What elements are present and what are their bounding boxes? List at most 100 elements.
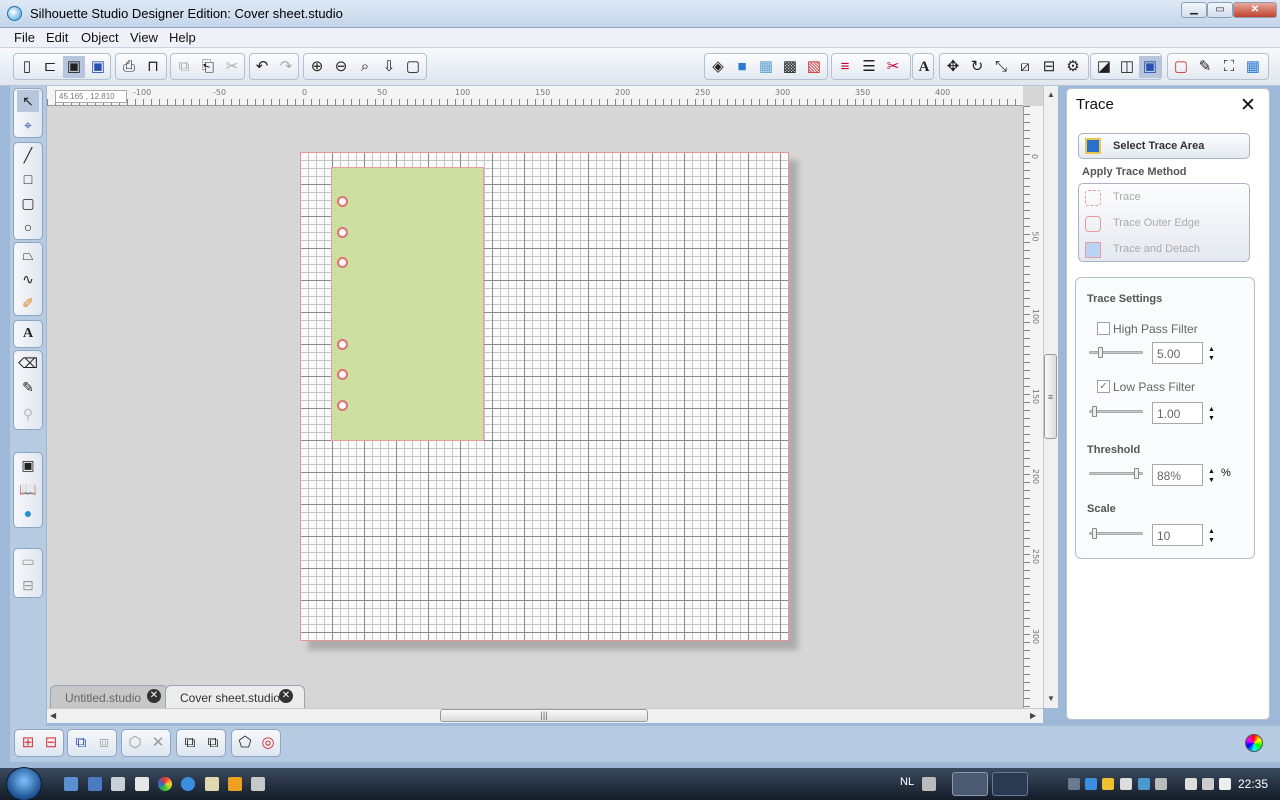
ellipse-tool-icon[interactable]: ○ (17, 216, 39, 238)
rectangle-tool-icon[interactable]: □ (17, 168, 39, 190)
close-window-button[interactable]: ✕ (1233, 2, 1277, 18)
fill-color-icon[interactable]: ◈ (707, 56, 729, 78)
move-icon[interactable]: ✥ (942, 56, 964, 78)
registration-marks-icon[interactable]: ▧ (803, 56, 825, 78)
page-setup-icon[interactable]: ▢ (1170, 56, 1192, 78)
copy-icon[interactable]: ⧉ (173, 56, 195, 78)
minimize-button[interactable]: ▁ (1181, 2, 1207, 18)
delete-icon[interactable]: ✕ (147, 732, 169, 754)
action-center-icon[interactable] (1202, 778, 1214, 790)
close-tab-icon[interactable]: ✕ (147, 689, 161, 703)
network-icon[interactable] (1138, 778, 1150, 790)
send-to-cutter-icon[interactable]: ⊓ (142, 56, 164, 78)
print-icon[interactable]: ⎙ (118, 56, 140, 78)
select-trace-area-button[interactable]: Select Trace Area (1078, 133, 1250, 159)
app-icon[interactable] (251, 777, 265, 791)
eraser-tool-icon[interactable]: ⌫ (17, 352, 39, 374)
scroll-up-icon[interactable]: ▲ (1047, 90, 1055, 99)
keyboard-icon[interactable] (922, 777, 936, 791)
power-icon[interactable] (1185, 778, 1197, 790)
menu-object[interactable]: Object (81, 30, 119, 45)
page-view-icon[interactable]: ▣ (17, 454, 39, 476)
zoom-out-icon[interactable]: ⊖ (330, 56, 352, 78)
text-style-icon[interactable]: A (913, 56, 935, 78)
target-icon[interactable]: ◎ (257, 732, 279, 754)
punch-hole[interactable] (337, 400, 348, 411)
align-icon[interactable]: ⊟ (1038, 56, 1060, 78)
slider-knob[interactable] (1092, 406, 1097, 417)
line-style-icon[interactable]: ☰ (858, 56, 880, 78)
zoom-in-icon[interactable]: ⊕ (306, 56, 328, 78)
cover-sheet-shape[interactable] (331, 167, 484, 441)
rounded-rectangle-tool-icon[interactable]: ▢ (17, 192, 39, 214)
dropbox-icon[interactable] (1085, 778, 1097, 790)
slider-knob[interactable] (1098, 347, 1103, 358)
chrome-icon[interactable] (158, 777, 172, 791)
scroll-left-icon[interactable]: ◀ (50, 711, 56, 720)
notepad-icon[interactable] (135, 777, 149, 791)
taskbar-clock[interactable]: 22:35 (1238, 777, 1268, 791)
horizontal-scroll-thumb[interactable]: ||| (440, 709, 648, 722)
low-pass-slider[interactable] (1089, 406, 1143, 417)
offset-icon[interactable]: ⬠ (234, 732, 256, 754)
tab-cover-sheet[interactable]: Cover sheet.studio ✕ (165, 685, 305, 708)
task-silhouette-studio[interactable] (952, 772, 988, 796)
scale-spinner[interactable]: ▲ ▼ (1208, 527, 1215, 545)
high-pass-value-field[interactable]: 5.00 (1152, 342, 1203, 364)
polygon-tool-icon[interactable]: ⏢ (17, 244, 39, 266)
show-desktop-icon[interactable] (64, 777, 78, 791)
gradient-fill-icon[interactable]: ■ (731, 56, 753, 78)
redo-icon[interactable]: ↷ (275, 56, 297, 78)
knife-tool-icon[interactable]: ✎ (17, 376, 39, 398)
split-view-icon[interactable]: ⊟ (17, 574, 39, 596)
low-pass-value-field[interactable]: 1.00 (1152, 402, 1203, 424)
language-indicator[interactable]: NL (900, 776, 914, 788)
sketch-pen-icon[interactable]: ✎ (1194, 56, 1216, 78)
high-pass-spinner[interactable]: ▲ ▼ (1208, 345, 1215, 363)
single-view-icon[interactable]: ▭ (17, 550, 39, 572)
open-folder-icon[interactable]: ⊏ (39, 56, 61, 78)
curve-tool-icon[interactable]: ∿ (17, 268, 39, 290)
paste-icon[interactable]: ⎗ (197, 56, 219, 78)
punch-hole[interactable] (337, 369, 348, 380)
vertical-scroll-thumb[interactable]: ≡ (1044, 354, 1057, 439)
scale-value-field[interactable]: 10 (1152, 524, 1203, 546)
grid-icon[interactable]: ▦ (1242, 56, 1264, 78)
save-to-library-icon[interactable]: ▣ (87, 56, 109, 78)
fullscreen-icon[interactable]: ⛶ (1218, 56, 1240, 78)
line-color-icon[interactable]: ≡ (834, 56, 856, 78)
threshold-slider[interactable] (1089, 468, 1143, 479)
shear-icon[interactable]: ⧄ (1014, 56, 1036, 78)
low-pass-spinner[interactable]: ▲ ▼ (1208, 405, 1215, 423)
close-tab-icon[interactable]: ✕ (279, 689, 293, 703)
tab-untitled[interactable]: Untitled.studio ✕ (50, 685, 168, 708)
send-backward-icon[interactable]: ⧉ (202, 732, 224, 754)
punch-hole[interactable] (337, 257, 348, 268)
group-icon[interactable]: ⊞ (17, 732, 39, 754)
task-window[interactable] (992, 772, 1028, 796)
trace-button[interactable]: Trace (1079, 186, 1249, 210)
punch-hole[interactable] (337, 227, 348, 238)
slider-knob[interactable] (1092, 528, 1097, 539)
tray-app-icon[interactable] (1120, 778, 1132, 790)
maximize-button[interactable]: ▭ (1207, 2, 1233, 18)
pattern-fill-icon[interactable]: ▦ (755, 56, 777, 78)
brush-tool-icon[interactable]: ⚲ (17, 403, 39, 425)
color-wheel-icon[interactable] (1245, 734, 1263, 752)
menu-edit[interactable]: Edit (46, 30, 68, 45)
internet-explorer-icon[interactable] (181, 777, 195, 791)
make-compound-icon[interactable]: ⧉ (70, 732, 92, 754)
replicate-icon[interactable]: ⚙ (1062, 56, 1084, 78)
silhouette-store-icon[interactable]: ● (17, 502, 39, 524)
weld-icon[interactable]: ⬡ (124, 732, 146, 754)
scroll-down-icon[interactable]: ▼ (1047, 694, 1055, 703)
scale-slider[interactable] (1089, 528, 1143, 539)
scale-icon[interactable]: ⤡ (990, 56, 1012, 78)
slider-knob[interactable] (1134, 468, 1139, 479)
line-tool-icon[interactable]: ╱ (17, 144, 39, 166)
documents-icon[interactable] (205, 777, 219, 791)
release-compound-icon[interactable]: ⧈ (93, 732, 115, 754)
menu-view[interactable]: View (130, 30, 158, 45)
rotate-icon[interactable]: ↻ (966, 56, 988, 78)
cut-icon[interactable]: ✂ (221, 56, 243, 78)
